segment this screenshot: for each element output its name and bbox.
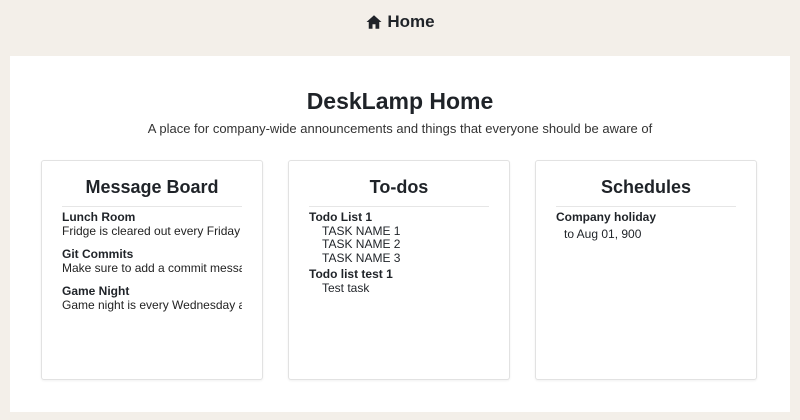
todo-item[interactable]: Test task xyxy=(309,281,489,296)
message-title: Game Night xyxy=(62,285,130,298)
page-subtitle: A place for company-wide announcements a… xyxy=(147,121,653,136)
schedule-item[interactable]: Company holiday to Aug 01, 900 xyxy=(556,210,736,241)
message-title: Lunch Room xyxy=(62,211,136,224)
todo-list[interactable]: Todo List 1 TASK NAME 1 TASK NAME 2 TASK… xyxy=(309,210,489,266)
message-board-title: Message Board xyxy=(62,177,242,207)
message-text: Fridge is cleared out every Friday xyxy=(62,223,241,238)
header-title: Home xyxy=(387,12,435,31)
main-panel: DeskLamp Home A place for company-wide a… xyxy=(10,56,790,412)
todos-card: To-dos Todo List 1 TASK NAME 1 TASK NAME… xyxy=(288,160,510,380)
message-text: Game night is every Wednesday aft xyxy=(62,297,242,312)
message-item[interactable]: Git Commits Make sure to add a commit me… xyxy=(62,248,242,275)
schedules-title: Schedules xyxy=(556,177,736,207)
todo-list[interactable]: Todo list test 1 Test task xyxy=(309,267,489,296)
message-title: Git Commits xyxy=(62,248,134,261)
todo-item[interactable]: TASK NAME 2 xyxy=(309,237,489,252)
todo-list-name[interactable]: Todo List 1 xyxy=(309,210,489,225)
message-board-card: Message Board Lunch Room Fridge is clear… xyxy=(41,160,263,380)
message-text: Make sure to add a commit messa xyxy=(62,260,242,275)
schedule-name: Company holiday xyxy=(556,210,657,224)
schedules-card: Schedules Company holiday to Aug 01, 900 xyxy=(535,160,757,380)
page-title: DeskLamp Home xyxy=(306,88,494,114)
todo-list-name[interactable]: Todo list test 1 xyxy=(309,267,489,282)
todos-title: To-dos xyxy=(309,177,489,207)
home-icon xyxy=(365,13,383,31)
top-bar: Home xyxy=(0,0,800,44)
todo-item[interactable]: TASK NAME 1 xyxy=(309,224,489,239)
schedule-date: to Aug 01, 900 xyxy=(564,226,642,241)
todo-item[interactable]: TASK NAME 3 xyxy=(309,251,489,266)
message-item[interactable]: Lunch Room Fridge is cleared out every F… xyxy=(62,211,242,238)
message-item[interactable]: Game Night Game night is every Wednesday… xyxy=(62,285,242,312)
